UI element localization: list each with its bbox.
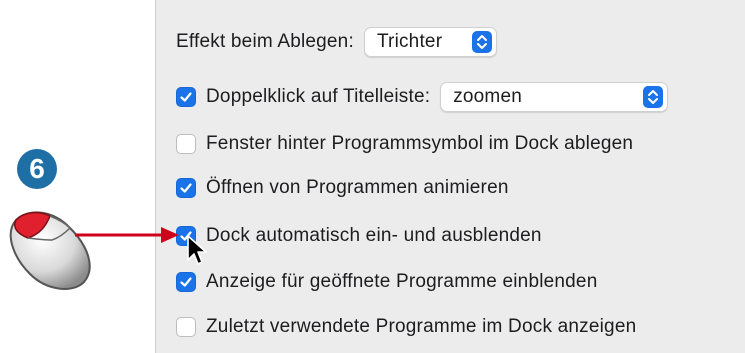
stepper-icon — [643, 86, 664, 108]
animate-opening-label: Öffnen von Programmen animieren — [206, 177, 509, 198]
recent-apps-label: Zuletzt verwendete Programme im Dock anz… — [206, 316, 637, 337]
minimize-into-icon-checkbox[interactable] — [176, 134, 196, 154]
checkmark-icon — [180, 183, 192, 193]
stepper-icon — [471, 31, 492, 53]
animate-opening-row: Öffnen von Programmen animieren — [176, 177, 509, 199]
effect-label: Effekt beim Ablegen: — [176, 31, 354, 52]
double-click-select[interactable]: zoomen — [440, 82, 669, 112]
minimize-into-icon-row: Fenster hinter Programmsymbol im Dock ab… — [176, 133, 633, 155]
double-click-select-value: zoomen — [453, 86, 522, 107]
double-click-row: Doppelklick auf Titelleiste: zoomen — [176, 82, 669, 112]
show-indicators-checkbox[interactable] — [176, 272, 196, 292]
recent-apps-row: Zuletzt verwendete Programme im Dock anz… — [176, 316, 636, 338]
show-indicators-label: Anzeige für geöffnete Programme einblend… — [206, 271, 598, 292]
step-badge: 6 — [17, 149, 57, 189]
animate-opening-checkbox[interactable] — [176, 178, 196, 198]
mouse-icon — [9, 211, 91, 290]
minimize-into-icon-label: Fenster hinter Programmsymbol im Dock ab… — [206, 133, 634, 154]
effect-row: Effekt beim Ablegen: Trichter — [176, 27, 497, 57]
effect-select[interactable]: Trichter — [363, 27, 497, 57]
double-click-checkbox[interactable] — [176, 87, 196, 107]
double-click-label: Doppelklick auf Titelleiste: — [206, 86, 431, 107]
autohide-dock-label: Dock automatisch ein- und ausblenden — [206, 225, 542, 246]
show-indicators-row: Anzeige für geöffnete Programme einblend… — [176, 271, 597, 293]
recent-apps-checkbox[interactable] — [176, 317, 196, 337]
autohide-dock-row: Dock automatisch ein- und ausblenden — [176, 225, 542, 247]
arrow-icon — [75, 227, 179, 243]
checkmark-icon — [180, 92, 192, 102]
checkmark-icon — [180, 277, 192, 287]
cursor-icon — [187, 235, 207, 265]
effect-select-value: Trichter — [376, 31, 443, 52]
